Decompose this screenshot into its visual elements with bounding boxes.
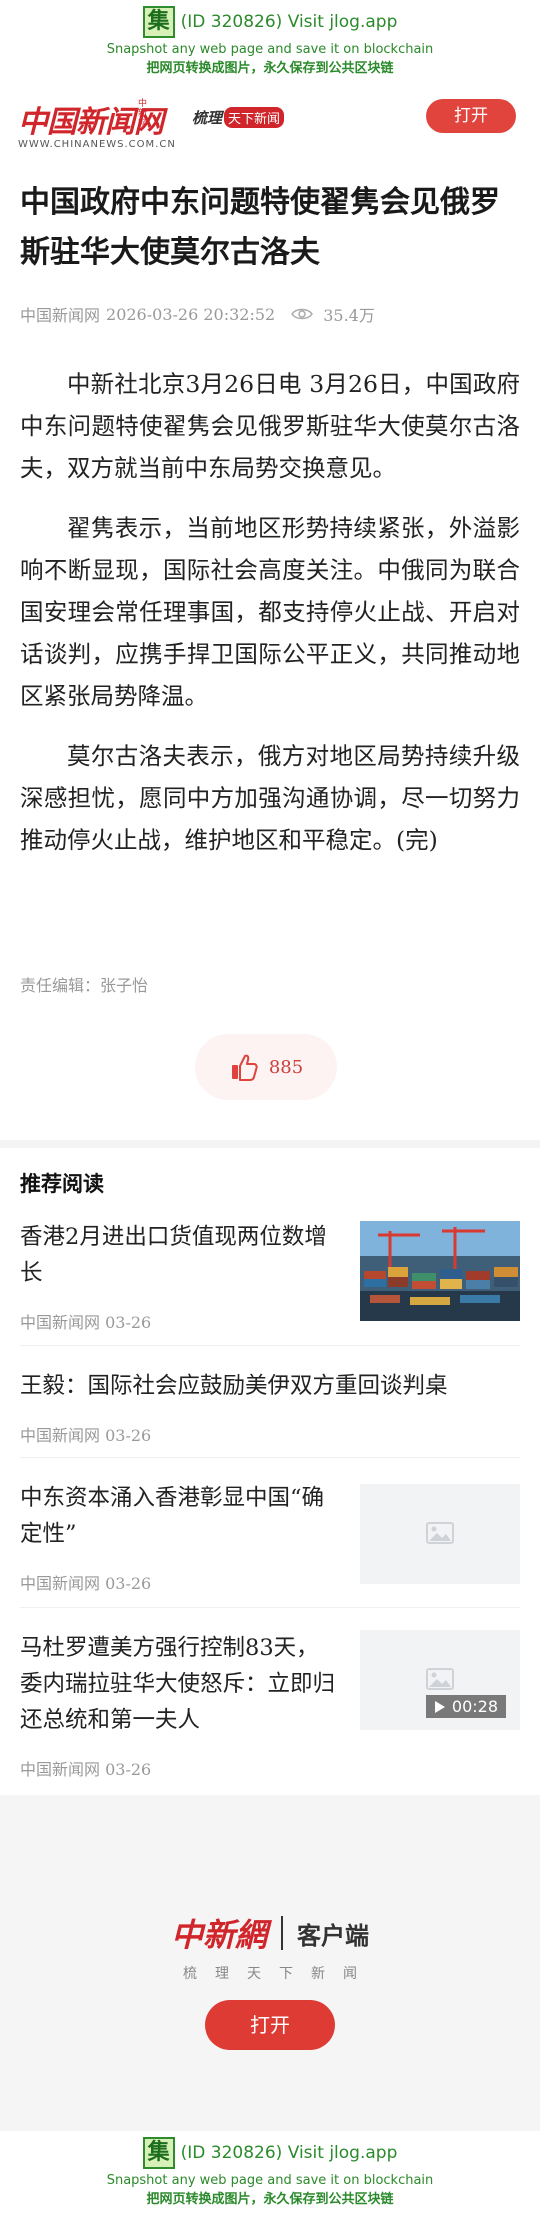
jlog-logo-icon: 集 bbox=[142, 6, 175, 38]
jlog-banner-bottom: 集 (ID 320826) Visit jlog.app Snapshot an… bbox=[0, 2131, 540, 2231]
jlog-logo-icon: 集 bbox=[142, 2137, 175, 2169]
jlog-visit-link[interactable]: (ID 320826) Visit jlog.app bbox=[181, 12, 398, 32]
recommend-item[interactable]: 中东资本涌入香港彰显中国“确定性” 中国新闻网 03-26 bbox=[20, 1458, 520, 1608]
app-logo-separator bbox=[281, 1916, 283, 1950]
app-client-label: 客户端 bbox=[297, 1921, 369, 1950]
article-meta: 中国新闻网 2026-03-26 20:32:52 35.4万 bbox=[20, 302, 520, 326]
article-editor: 责任编辑：张子怡 bbox=[20, 976, 149, 995]
site-logo-text: 中国新闻网 bbox=[18, 105, 164, 140]
jlog-tagline-cn: 把网页转换成图片，永久保存到公共区块链 bbox=[146, 61, 394, 76]
recommend-item[interactable]: 王毅：国际社会应鼓励美伊双方重回谈判桌 中国新闻网 03-26 bbox=[20, 1346, 520, 1458]
app-promo-section: 中新網 客户端 梳理天下新闻 打开 bbox=[0, 1795, 540, 2131]
recommend-meta: 中国新闻网 03-26 bbox=[20, 1313, 152, 1332]
recommend-video-thumbnail: 00:28 bbox=[360, 1630, 520, 1730]
site-header: 中国新闻网 WWW.CHINANEWS.COM.CN 中新网 梳理 天下新闻 打… bbox=[0, 95, 540, 153]
image-placeholder-icon bbox=[426, 1522, 454, 1544]
article-paragraph: 莫尔古洛夫表示，俄方对地区局势持续升级深感担忧，愿同中方加强沟通协调，尽一切努力… bbox=[20, 742, 520, 854]
recommend-thumbnail bbox=[360, 1221, 520, 1321]
play-icon bbox=[434, 1700, 445, 1713]
jlog-tagline-en: Snapshot any web page and save it on blo… bbox=[106, 42, 434, 57]
image-placeholder-icon bbox=[426, 1668, 454, 1690]
thumbs-up-icon bbox=[231, 1054, 258, 1081]
recommend-title: 中东资本涌入香港彰显中国“确定性” bbox=[20, 1485, 325, 1547]
article-views: 35.4万 bbox=[323, 306, 375, 325]
app-logo: 中新網 客户端 bbox=[0, 1910, 540, 1956]
article-paragraph: 翟隽表示，当前地区形势持续紧张，外溢影响不断显现，国际社会高度关注。中俄同为联合… bbox=[20, 514, 520, 710]
article-title: 中国政府中东问题特使翟隽会见俄罗斯驻华大使莫尔古洛夫 bbox=[20, 185, 500, 270]
recommend-meta: 中国新闻网 03-26 bbox=[20, 1574, 152, 1593]
recommend-heading: 推荐阅读 bbox=[20, 1172, 104, 1196]
article-time: 2026-03-26 20:32:52 bbox=[106, 304, 276, 324]
jlog-visit-link[interactable]: (ID 320826) Visit jlog.app bbox=[181, 2143, 398, 2163]
site-logo[interactable]: 中国新闻网 WWW.CHINANEWS.COM.CN bbox=[18, 97, 176, 150]
jlog-tagline-cn: 把网页转换成图片，永久保存到公共区块链 bbox=[146, 2192, 394, 2207]
recommend-meta: 中国新闻网 03-26 bbox=[20, 1426, 152, 1445]
site-logo-vertical: 中新网 bbox=[138, 99, 148, 129]
recommend-title: 香港2月进出口货值现两位数增长 bbox=[20, 1224, 327, 1286]
like-button[interactable]: 885 bbox=[195, 1034, 337, 1100]
app-slogan: 梳理天下新闻 bbox=[183, 1966, 375, 1982]
like-count: 885 bbox=[268, 1056, 304, 1078]
container-port-image bbox=[360, 1221, 520, 1321]
site-logo-url: WWW.CHINANEWS.COM.CN bbox=[18, 139, 176, 150]
eye-icon bbox=[291, 308, 314, 320]
article-paragraph: 中新社北京3月26日电 3月26日，中国政府中东问题特使翟隽会见俄罗斯驻华大使莫… bbox=[20, 370, 520, 482]
recommend-thumbnail-placeholder bbox=[360, 1484, 520, 1584]
video-duration-badge: 00:28 bbox=[425, 1695, 506, 1718]
slogan-seal: 天下新闻 bbox=[224, 107, 285, 128]
app-open-button[interactable]: 打开 bbox=[205, 2000, 335, 2050]
section-divider bbox=[0, 1140, 540, 1148]
app-logo-text: 中新網 bbox=[170, 1916, 267, 1954]
jlog-tagline-en: Snapshot any web page and save it on blo… bbox=[106, 2173, 434, 2188]
open-app-button[interactable]: 打开 bbox=[426, 99, 516, 133]
video-duration: 00:28 bbox=[451, 1697, 498, 1716]
jlog-banner-top: 集 (ID 320826) Visit jlog.app Snapshot an… bbox=[0, 0, 540, 100]
recommend-title: 马杜罗遭美方强行控制83天，委内瑞拉驻华大使怒斥：立即归还总统和第一夫人 bbox=[20, 1635, 336, 1733]
site-slogan: 梳理 天下新闻 bbox=[192, 107, 285, 128]
recommend-item[interactable]: 香港2月进出口货值现两位数增长 中国新闻网 03-26 bbox=[20, 1213, 520, 1346]
slogan-prefix: 梳理 bbox=[192, 109, 223, 127]
article-body: 中新社北京3月26日电 3月26日，中国政府中东问题特使翟隽会见俄罗斯驻华大使莫… bbox=[20, 363, 520, 879]
recommend-title: 王毅：国际社会应鼓励美伊双方重回谈判桌 bbox=[20, 1373, 448, 1399]
recommend-meta: 中国新闻网 03-26 bbox=[20, 1760, 152, 1779]
article-source: 中国新闻网 bbox=[20, 306, 101, 325]
recommend-item[interactable]: 马杜罗遭美方强行控制83天，委内瑞拉驻华大使怒斥：立即归还总统和第一夫人 中国新… bbox=[20, 1608, 520, 1795]
